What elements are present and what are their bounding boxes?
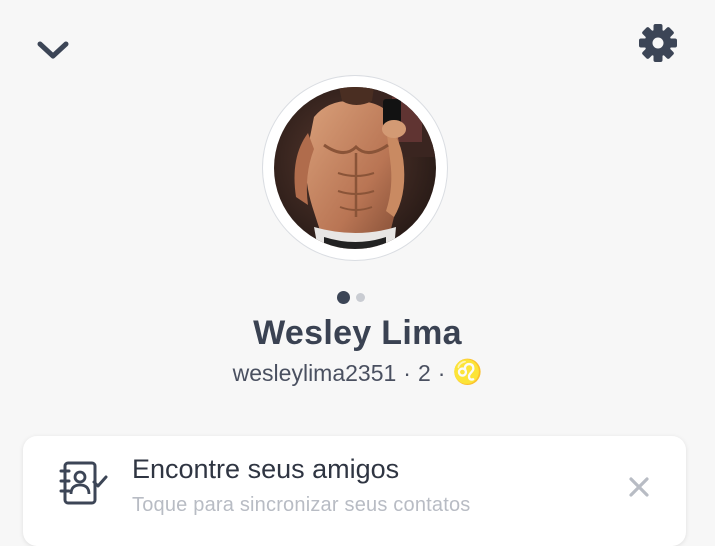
profile-avatar[interactable] bbox=[263, 76, 447, 260]
contacts-book-icon bbox=[59, 461, 108, 505]
chevron-down-icon bbox=[37, 41, 69, 59]
card-subtitle: Toque para sincronizar seus contatos bbox=[132, 494, 471, 516]
collapse-button[interactable] bbox=[28, 28, 78, 72]
avatar-photo bbox=[274, 87, 436, 249]
gear-icon bbox=[639, 24, 677, 62]
page-indicator bbox=[337, 291, 365, 304]
display-name: Wesley Lima bbox=[253, 314, 462, 352]
dismiss-card-button[interactable] bbox=[619, 467, 659, 507]
snap-score[interactable]: 2 bbox=[418, 358, 431, 388]
page-dot-inactive[interactable] bbox=[356, 293, 365, 302]
separator: · bbox=[403, 360, 411, 386]
page-dot-active[interactable] bbox=[337, 291, 350, 304]
card-title: Encontre seus amigos bbox=[132, 454, 400, 484]
user-meta: wesleylima2351 · 2 · ♌ bbox=[0, 358, 715, 388]
settings-button[interactable] bbox=[630, 18, 686, 68]
username[interactable]: wesleylima2351 bbox=[233, 358, 397, 388]
zodiac-icon[interactable]: ♌ bbox=[452, 358, 482, 388]
separator: · bbox=[437, 360, 446, 386]
close-icon bbox=[629, 477, 649, 497]
find-friends-card[interactable]: Encontre seus amigos Toque para sincroni… bbox=[23, 436, 686, 546]
